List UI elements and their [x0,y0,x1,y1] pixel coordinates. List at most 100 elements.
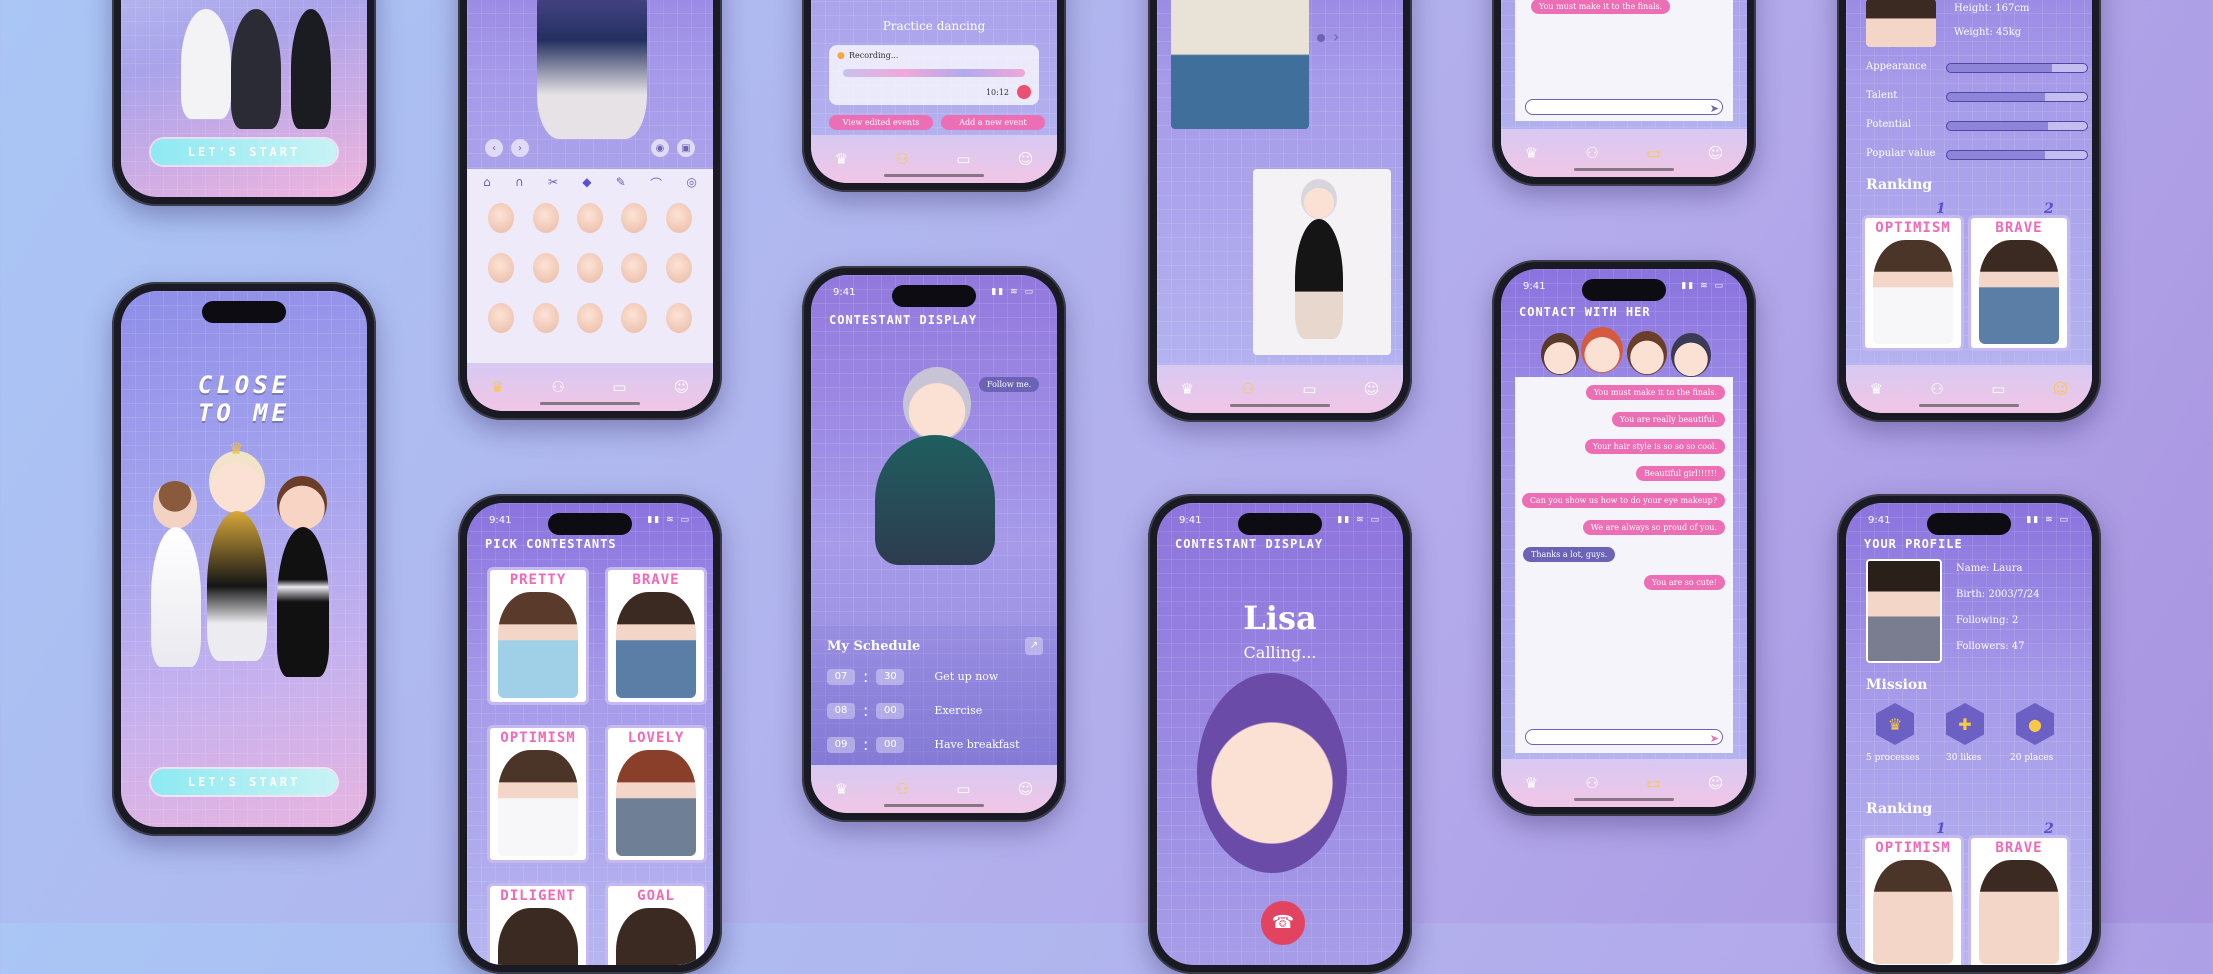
house-icon[interactable]: ⌂ [483,175,491,192]
rank-card[interactable]: OPTIMISM [1862,215,1964,351]
rank-card[interactable]: BRAVE [1968,835,2070,965]
crown-tab-icon[interactable]: ♛ [1525,144,1538,162]
profile-tab-icon[interactable]: ☺ [2053,380,2069,398]
status-time: 9:41 [489,515,512,526]
people-tab-icon[interactable]: ⚇ [1241,380,1254,398]
share-icon[interactable]: ↗ [1025,637,1043,655]
chat-tab-icon[interactable]: ▭ [956,150,970,168]
face-option[interactable] [532,203,559,233]
people-tab-icon[interactable]: ⚇ [1585,144,1598,162]
eye-icon[interactable]: ◉ [651,139,669,157]
chat-panel: You must make it to the finals. You are … [1515,377,1733,753]
stop-record-button[interactable] [1017,85,1031,99]
face-option[interactable] [665,203,692,233]
schedule-row[interactable]: 08:00 Exercise [827,701,982,720]
face-option[interactable] [621,303,648,333]
status-time: 9:41 [1179,515,1202,526]
face-option[interactable] [488,303,515,333]
people-tab-icon[interactable]: ⚇ [1930,380,1943,398]
chat-tab-icon[interactable]: ▭ [1302,380,1316,398]
send-icon[interactable]: ➤ [1710,102,1719,115]
profile-tab-icon[interactable]: ☺ [1018,780,1034,798]
crown-tab-icon[interactable]: ♛ [1870,380,1883,398]
crown-tab-icon[interactable]: ♛ [835,780,848,798]
chat-tab-icon[interactable]: ▭ [956,780,970,798]
face-option[interactable] [621,253,648,283]
people-tab-icon[interactable]: ⚇ [895,150,908,168]
contestant-card[interactable]: BRAVE [605,567,707,705]
face-option[interactable] [532,253,559,283]
start-button[interactable]: LET'S START [151,139,337,165]
face-option[interactable] [576,303,603,333]
hair-icon[interactable]: ∩ [515,175,524,192]
message-input[interactable] [1525,729,1723,745]
face-option[interactable] [488,253,515,283]
gallery-photo[interactable] [1253,169,1391,355]
people-tab-icon[interactable]: ⚇ [551,378,564,396]
crown-tab-icon[interactable]: ♛ [835,150,848,168]
face-icon[interactable]: ◆ [582,175,591,192]
profile-tab-icon[interactable]: ☺ [1364,380,1380,398]
face-option[interactable] [665,253,692,283]
chat-tab-icon[interactable]: ▭ [1646,144,1660,162]
view-events-button[interactable]: View edited events [829,115,933,130]
face-option[interactable] [576,203,603,233]
call-status: Calling... [1243,643,1317,662]
contestant-card[interactable]: PRETTY [487,567,589,705]
face-option[interactable] [532,303,559,333]
profile-tab-icon[interactable]: ☺ [1708,774,1724,792]
eye-shape-icon[interactable]: ◎ [686,175,696,192]
face-option[interactable] [488,203,515,233]
face-option[interactable] [621,203,648,233]
gallery-photo[interactable] [1171,0,1309,129]
home-indicator [1919,404,2019,407]
face-option[interactable] [665,303,692,333]
profile-tab-icon[interactable]: ☺ [1018,150,1034,168]
message-input[interactable] [1525,99,1723,115]
start-button[interactable]: LET'S START [151,769,337,795]
end-call-button[interactable]: ☎ [1261,901,1305,945]
contestant-card[interactable]: DILIGENT [487,883,589,965]
brow-icon[interactable]: ⌒ [650,175,662,192]
add-event-button[interactable]: Add a new event [941,115,1045,130]
rank-card[interactable]: OPTIMISM [1862,835,1964,965]
chat-panel: You must make it to the finals. ➤ [1515,0,1733,121]
save-icon[interactable]: ▣ [677,139,695,157]
waveform [843,69,1025,77]
crown-tab-icon[interactable]: ♛ [491,378,504,396]
avatar [1581,327,1623,373]
rank-card[interactable]: BRAVE [1968,215,2070,351]
brush-icon[interactable]: ✎ [616,175,626,192]
character-figure [277,527,329,677]
ranking-title: Ranking [1866,177,1933,193]
contestant-photo [616,750,696,856]
profile-photo [1866,0,1936,47]
follow-button[interactable]: Follow me. [979,377,1040,392]
chat-tab-icon[interactable]: ▭ [612,378,626,396]
character-head [209,451,265,513]
chevron-right-icon[interactable]: › [1333,27,1339,46]
profile-tab-icon[interactable]: ☺ [674,378,690,396]
contestant-card[interactable]: LOVELY [605,725,707,863]
send-icon[interactable]: ➤ [1710,732,1719,745]
schedule-row[interactable]: 09:00 Have breakfast [827,735,1020,754]
schedule-row[interactable]: 07:30 Get up now [827,667,998,686]
face-option[interactable] [576,253,603,283]
scissors-icon[interactable]: ✂ [548,175,558,192]
contestant-card[interactable]: GOAL [605,883,707,965]
people-tab-icon[interactable]: ⚇ [895,780,908,798]
profile-tab-icon[interactable]: ☺ [1708,144,1724,162]
card-label: OPTIMISM [500,730,576,746]
contestant-photo [498,908,578,965]
contestant-card[interactable]: OPTIMISM [487,725,589,863]
card-label: PRETTY [509,572,567,588]
crown-tab-icon[interactable]: ♛ [1181,380,1194,398]
duration-label: 10:12 [985,88,1009,97]
forward-icon[interactable]: › [511,139,529,157]
stat-label: Appearance [1866,61,1927,72]
chat-tab-icon[interactable]: ▭ [1991,380,2005,398]
back-icon[interactable]: ‹ [485,139,503,157]
crown-tab-icon[interactable]: ♛ [1525,774,1538,792]
people-tab-icon[interactable]: ⚇ [1585,774,1598,792]
chat-tab-icon[interactable]: ▭ [1646,774,1660,792]
